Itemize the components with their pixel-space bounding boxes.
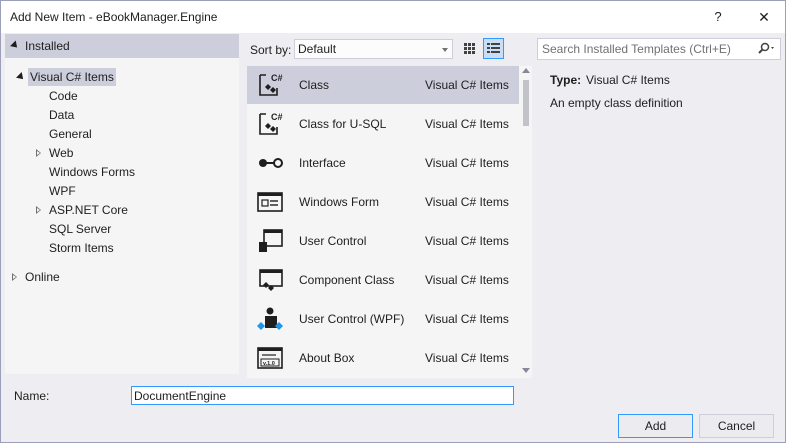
template-type: Visual C# Items (425, 351, 509, 365)
detail-description: An empty class definition (550, 96, 683, 110)
chevron-down-icon (442, 48, 448, 52)
help-button[interactable]: ? (707, 7, 729, 27)
detail-type-label: Type: (550, 73, 582, 87)
list-view-icon (487, 43, 500, 53)
tree-node-aspnet-core[interactable]: ASP.NET Core (47, 201, 130, 219)
template-row-interface[interactable]: Interface Visual C# Items (247, 144, 519, 182)
tree-node-label: Code (49, 89, 78, 103)
tree-node-label: Windows Forms (49, 165, 136, 179)
expanded-arrow-icon (10, 40, 20, 51)
tree-node-label: Storm Items (49, 241, 114, 255)
tree-node-storm-items[interactable]: Storm Items (47, 239, 116, 257)
collapsed-arrow-icon[interactable] (12, 273, 17, 281)
template-row-user-control-wpf[interactable]: User Control (WPF) Visual C# Items (247, 300, 519, 338)
collapsed-arrow-icon[interactable] (36, 149, 41, 157)
collapsed-arrow-icon[interactable] (36, 206, 41, 214)
template-row-component-class[interactable]: Component Class Visual C# Items (247, 261, 519, 299)
about-box-icon: v.1.0 (257, 347, 283, 369)
tree-node-label: Data (49, 108, 75, 122)
template-row-class-for-usql[interactable]: C# Class for U-SQL Visual C# Items (247, 105, 519, 143)
template-type: Visual C# Items (425, 156, 509, 170)
template-list-scrollbar[interactable] (520, 66, 532, 378)
template-name: About Box (299, 351, 355, 365)
template-name: Component Class (299, 273, 395, 287)
template-type: Visual C# Items (425, 234, 509, 248)
tree-node-data[interactable]: Data (47, 106, 76, 124)
search-icon[interactable] (756, 42, 776, 56)
template-name: User Control (WPF) (299, 312, 405, 326)
sort-toolbar: Sort by: Default (245, 37, 529, 61)
detail-type-value: Visual C# Items (586, 73, 670, 87)
name-label: Name: (14, 389, 50, 403)
tree-node-installed[interactable]: Installed (5, 34, 239, 58)
tree-node-online[interactable]: Online (23, 268, 62, 286)
svg-text:v.1.0: v.1.0 (263, 361, 275, 367)
user-control-icon (259, 229, 283, 252)
template-name: Windows Form (299, 195, 380, 209)
expanded-arrow-icon[interactable] (16, 72, 26, 82)
scroll-down-icon[interactable] (522, 368, 530, 373)
tree-node-wpf[interactable]: WPF (47, 182, 78, 200)
component-class-icon (259, 269, 283, 291)
wpf-user-control-icon (257, 307, 283, 330)
tree-node-sql-server[interactable]: SQL Server (47, 220, 113, 238)
template-name: Class for U-SQL (299, 117, 387, 131)
tree-node-label: SQL Server (49, 222, 112, 236)
template-name: User Control (299, 234, 367, 248)
tree-node-label: ASP.NET Core (49, 203, 128, 217)
template-row-windows-form[interactable]: Windows Form Visual C# Items (247, 183, 519, 221)
window-title: Add New Item - eBookManager.Engine (10, 10, 218, 24)
windows-form-icon (257, 192, 283, 212)
category-tree: Installed Visual C# Items Code Data Gene… (5, 34, 239, 374)
usql-class-icon: C# (259, 112, 283, 135)
add-new-item-dialog: Add New Item - eBookManager.Engine ? ✕ I… (0, 0, 786, 443)
tree-node-web[interactable]: Web (47, 144, 75, 162)
search-input[interactable] (542, 42, 752, 56)
list-view-button[interactable] (483, 38, 504, 59)
interface-icon (259, 158, 283, 168)
tree-node-code[interactable]: Code (47, 87, 80, 105)
tree-node-visual-csharp-items[interactable]: Visual C# Items (28, 68, 116, 86)
sort-dropdown[interactable]: Default (294, 39, 453, 59)
tree-node-label: WPF (49, 184, 76, 198)
template-type: Visual C# Items (425, 117, 509, 131)
title-bar: Add New Item - eBookManager.Engine ? ✕ (1, 1, 785, 33)
cancel-button[interactable]: Cancel (699, 414, 774, 438)
search-box (537, 38, 781, 60)
tree-node-label: Visual C# Items (30, 70, 114, 84)
template-type: Visual C# Items (425, 195, 509, 209)
tree-node-label: General (49, 127, 92, 141)
tree-node-label: Online (25, 270, 60, 284)
template-name: Class (299, 78, 330, 92)
name-field[interactable] (131, 386, 514, 405)
scroll-up-icon[interactable] (522, 68, 530, 73)
sort-selected-value: Default (298, 42, 337, 56)
template-row-about-box[interactable]: v.1.0 About Box Visual C# Items (247, 339, 519, 377)
template-row-class[interactable]: C# Class Visual C# Items (247, 66, 519, 104)
template-type: Visual C# Items (425, 312, 509, 326)
tree-node-windows-forms[interactable]: Windows Forms (47, 163, 137, 181)
small-icons-view-icon (464, 43, 475, 54)
svg-text:C#: C# (271, 112, 283, 122)
scrollbar-thumb[interactable] (523, 80, 529, 126)
template-name: Interface (299, 156, 346, 170)
template-type: Visual C# Items (425, 273, 509, 287)
tree-node-label: Web (49, 146, 74, 160)
small-icons-view-button[interactable] (459, 38, 480, 59)
template-list: C# Class Visual C# Items C# Class for U-… (247, 66, 532, 378)
class-icon: C# (259, 73, 283, 96)
tree-node-label: Installed (25, 39, 70, 53)
tree-node-general[interactable]: General (47, 125, 94, 143)
close-button[interactable]: ✕ (753, 7, 775, 27)
template-type: Visual C# Items (425, 78, 509, 92)
svg-text:C#: C# (271, 73, 283, 83)
sort-label: Sort by: (250, 43, 292, 57)
template-row-user-control[interactable]: User Control Visual C# Items (247, 222, 519, 260)
add-button[interactable]: Add (618, 414, 693, 438)
